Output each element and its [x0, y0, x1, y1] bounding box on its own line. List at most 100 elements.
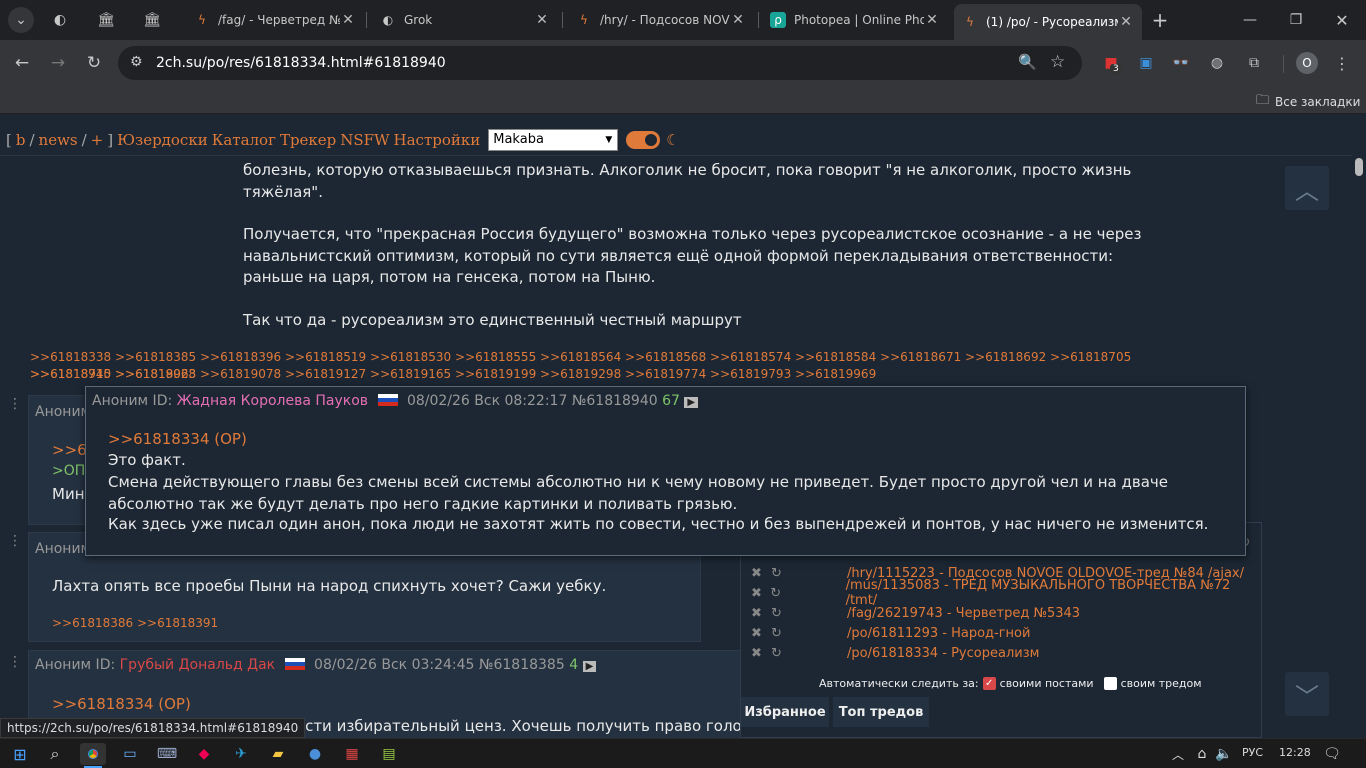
refresh-icon[interactable]: ↻ — [771, 626, 791, 641]
scrollbar-thumb[interactable] — [1355, 158, 1363, 176]
remove-icon[interactable]: ✖ — [751, 566, 771, 581]
windows-start-icon[interactable]: ⊞ — [8, 743, 32, 765]
nav-link-b[interactable]: b — [16, 131, 26, 149]
nav-link-settings[interactable]: Настройки — [394, 131, 481, 149]
favorite-item[interactable]: ✖ ↻/fag/26219743 - Черветред №5343 — [751, 603, 1251, 623]
tab-po-active[interactable]: ϟ (1) /po/ - Русореализм ✕ — [954, 4, 1142, 40]
back-button[interactable]: ← — [9, 50, 35, 76]
chevron-up-icon[interactable]: ︿ — [1166, 743, 1190, 765]
refresh-icon[interactable]: ↻ — [771, 566, 791, 581]
site-info-icon[interactable]: ⚙ — [130, 54, 143, 70]
notepad-icon[interactable]: ▤ — [377, 743, 401, 765]
scroll-down-button[interactable]: ﹀ — [1285, 672, 1329, 716]
nav-link-catalog[interactable]: Каталог — [212, 131, 276, 149]
close-icon[interactable]: ✕ — [924, 12, 940, 28]
close-icon[interactable]: ✕ — [340, 12, 356, 28]
play-icon[interactable]: ▶ — [684, 397, 699, 408]
remove-icon[interactable]: ✖ — [751, 606, 771, 621]
refresh-icon[interactable]: ↻ — [771, 606, 791, 621]
keyboard-app-icon[interactable]: ⌨ — [155, 743, 179, 765]
op-quote-link[interactable]: >>61818334 (OP) — [108, 430, 247, 448]
op-paragraph-1: болезнь, которую отказываешься признать.… — [243, 161, 1132, 201]
page-scrollbar[interactable] — [1352, 124, 1366, 738]
maximize-button[interactable]: ❐ — [1284, 8, 1308, 32]
menu-kebab-icon[interactable]: ⋮ — [1331, 52, 1353, 74]
tab-favorites[interactable]: Избранное — [741, 697, 829, 727]
reload-button[interactable]: ↻ — [81, 50, 107, 76]
plus-icon: + — [1151, 8, 1169, 32]
forward-button[interactable]: → — [45, 50, 71, 76]
close-window-button[interactable]: ✕ — [1330, 8, 1354, 32]
post-number[interactable]: №61818940 — [572, 393, 658, 409]
own-posts-checkbox[interactable]: ✓ — [982, 677, 996, 690]
folder-icon[interactable]: ▰ — [266, 743, 290, 765]
app-icon[interactable]: ◆ — [192, 743, 216, 765]
own-thread-checkbox[interactable] — [1103, 677, 1117, 690]
refresh-icon[interactable]: ↻ — [771, 646, 791, 661]
zoom-icon[interactable]: 🔍 — [1018, 53, 1037, 71]
chevron-down-icon: ﹀ — [1295, 682, 1319, 711]
remove-icon[interactable]: ✖ — [751, 586, 770, 601]
globe-icon[interactable]: ◍ — [1206, 52, 1228, 74]
nav-link-tracker[interactable]: Трекер — [280, 131, 336, 149]
post-menu-icon[interactable]: ⋮ — [8, 533, 22, 549]
tab-grok[interactable]: ◐ Grok ✕ — [372, 6, 558, 34]
star-icon[interactable]: ☆ — [1050, 52, 1065, 72]
op-replies-line-2[interactable]: >>61818940 >>61819068 >>61819078 >>61819… — [30, 366, 1150, 383]
pinned-tab-2[interactable]: 🏛 — [94, 8, 118, 32]
volume-icon[interactable]: 🔈 — [1212, 743, 1236, 765]
remove-icon[interactable]: ✖ — [751, 626, 771, 641]
close-icon[interactable]: ✕ — [730, 12, 746, 28]
post-number[interactable]: №61818385 — [479, 657, 565, 673]
scroll-up-button[interactable]: ︿ — [1285, 166, 1329, 210]
chrome-icon[interactable] — [80, 743, 106, 765]
post-menu-icon[interactable]: ⋮ — [8, 654, 22, 670]
columns-icon: 🏛 — [143, 12, 161, 28]
tab-hry[interactable]: ϟ /hry/ - Подсосов NOVOE ✕ — [568, 6, 754, 34]
all-bookmarks-button[interactable]: 🗀 Все закладки — [1256, 91, 1360, 113]
pinned-tab-3[interactable]: 🏛 — [140, 8, 164, 32]
nav-link-userboards[interactable]: Юзердоски — [117, 131, 208, 149]
refresh-icon[interactable]: ↻ — [770, 586, 789, 601]
notifications-icon[interactable]: 🗨 — [1320, 743, 1344, 765]
tab-fag[interactable]: ϟ /fag/ - Черветред №5343 ✕ — [186, 6, 364, 34]
profile-avatar[interactable]: O — [1296, 52, 1318, 74]
favorite-item[interactable]: ✖ ↻/mus/1135083 - ТРЕД МУЗЫКАЛЬНОГО ТВОРЧ… — [751, 578, 1251, 608]
search-icon[interactable]: ⌕ — [43, 743, 67, 765]
tab-strip: ⌄ ◐ 🏛 🏛 ϟ /fag/ - Черветред №5343 ✕ ◐ Gr… — [0, 0, 1366, 40]
favorite-item[interactable]: ✖ ↻/po/61811293 - Народ-гной — [751, 623, 1251, 643]
qbittorrent-icon[interactable]: ● — [303, 743, 327, 765]
nav-link-news[interactable]: news — [39, 131, 78, 149]
nav-link-nsfw[interactable]: NSFW — [340, 131, 389, 149]
favorite-item[interactable]: ✖ ↻/po/61818334 - Русореализм — [751, 643, 1251, 663]
language-indicator[interactable]: РУС — [1242, 746, 1263, 759]
post-menu-icon[interactable]: ⋮ — [8, 396, 22, 412]
play-icon[interactable]: ▶ — [582, 661, 597, 672]
clock[interactable]: 12:28 — [1279, 746, 1311, 759]
desktop-app-icon[interactable]: ▭ — [118, 743, 142, 765]
close-icon[interactable]: ✕ — [534, 12, 550, 28]
extension-glasses-icon[interactable]: 👓 — [1170, 52, 1192, 74]
close-icon: ✕ — [1335, 10, 1349, 30]
minimize-button[interactable]: — — [1238, 8, 1262, 32]
pinned-tab-1[interactable]: ◐ — [48, 8, 72, 32]
address-bar[interactable]: ⚙ 2ch.su/po/res/61818334.html#61818940 🔍… — [118, 46, 1082, 80]
new-tab-button[interactable]: + — [1148, 8, 1172, 32]
theme-toggle[interactable] — [626, 130, 661, 149]
remove-icon[interactable]: ✖ — [751, 646, 771, 661]
close-icon[interactable]: ✕ — [1118, 14, 1134, 30]
app-icon[interactable]: ▦ — [340, 743, 364, 765]
telegram-icon[interactable]: ✈ — [229, 743, 253, 765]
extensions-puzzle-icon[interactable]: ⧉ — [1243, 52, 1265, 74]
network-icon[interactable]: ⌂ — [1190, 743, 1214, 765]
tab-search-button[interactable]: ⌄ — [8, 7, 34, 33]
extension-square-icon[interactable]: ▣ — [1135, 52, 1157, 74]
nav-link-plus[interactable]: + — [91, 131, 104, 149]
tab-photopea[interactable]: ρ Photopea | Online Photo Editor ✕ — [762, 6, 948, 34]
bookmarks-bar: 🗀 Все закладки — [0, 86, 1366, 114]
tab-top-threads[interactable]: Топ тредов — [833, 697, 929, 727]
poster-name: Жадная Королева Пауков — [176, 393, 369, 409]
site-nav: [ b / news / + ] Юзердоски Каталог Треке… — [0, 124, 1366, 156]
style-select[interactable]: Makaba — [488, 128, 619, 151]
chevron-up-icon: ︿ — [1295, 176, 1319, 205]
